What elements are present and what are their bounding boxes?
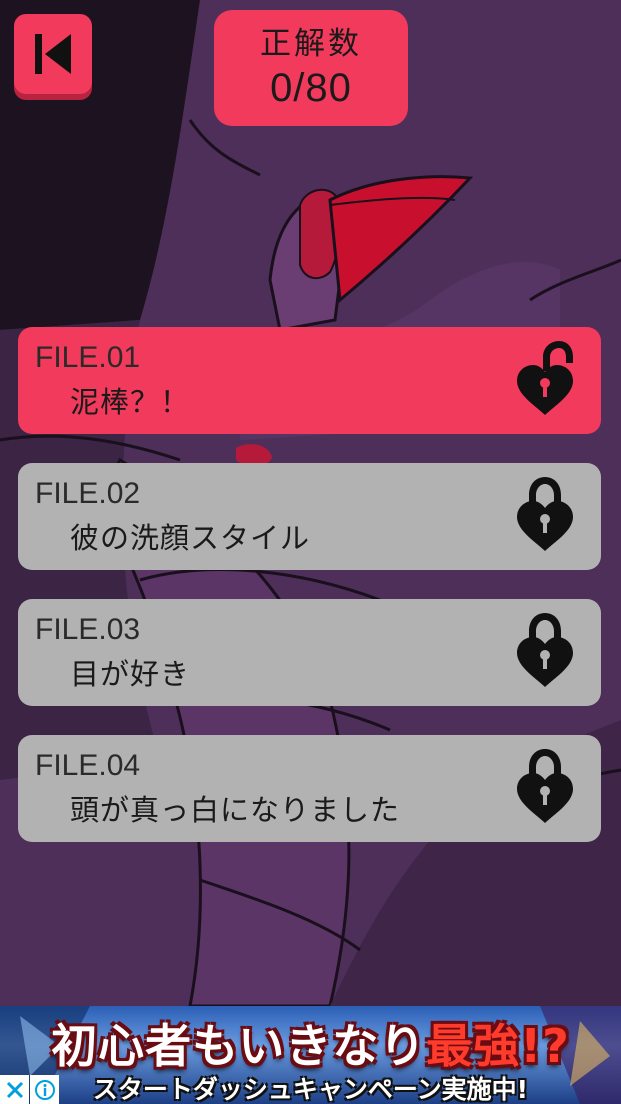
correct-answers-label: 正解数 (260, 26, 362, 62)
ad-headline: 初心者もいきなり最強!? (0, 1010, 621, 1076)
heart-padlock-locked-icon (517, 749, 573, 823)
info-icon (34, 1079, 55, 1100)
file-card-03[interactable]: FILE.03 目が好き (18, 599, 601, 706)
heart-padlock-locked-icon (517, 477, 573, 551)
heart-padlock-locked-icon (517, 613, 573, 687)
ad-banner[interactable]: 初心者もいきなり最強!? スタートダッシュキャンペーン実施中! (0, 1006, 621, 1104)
ad-info-button[interactable] (30, 1075, 59, 1104)
file-title: 頭が真っ白になりました (70, 793, 401, 827)
file-number: FILE.03 (35, 613, 141, 646)
correct-answers-panel: 正解数 0/80 (214, 10, 408, 126)
back-arrow-icon (35, 34, 71, 74)
file-title: 彼の洗顔スタイル (70, 521, 311, 555)
ad-subline: スタートダッシュキャンペーン実施中! (92, 1075, 529, 1104)
file-number: FILE.04 (35, 749, 141, 782)
correct-answers-count: 0/80 (270, 66, 352, 110)
back-button[interactable] (14, 14, 92, 94)
ad-headline-main: 初心者もいきなり (51, 1019, 427, 1073)
file-title: 目が好き (70, 657, 191, 691)
file-card-04[interactable]: FILE.04 頭が真っ白になりました (18, 735, 601, 842)
ad-close-button[interactable] (0, 1075, 29, 1104)
ad-headline-accent: 最強!? (426, 1019, 570, 1073)
file-number: FILE.02 (35, 477, 141, 510)
file-card-01[interactable]: FILE.01 泥棒？！ (18, 327, 601, 434)
file-number: FILE.01 (35, 341, 141, 374)
file-card-02[interactable]: FILE.02 彼の洗顔スタイル (18, 463, 601, 570)
close-icon (6, 1081, 23, 1098)
file-title: 泥棒？！ (70, 385, 191, 419)
heart-padlock-open-icon (517, 341, 573, 415)
